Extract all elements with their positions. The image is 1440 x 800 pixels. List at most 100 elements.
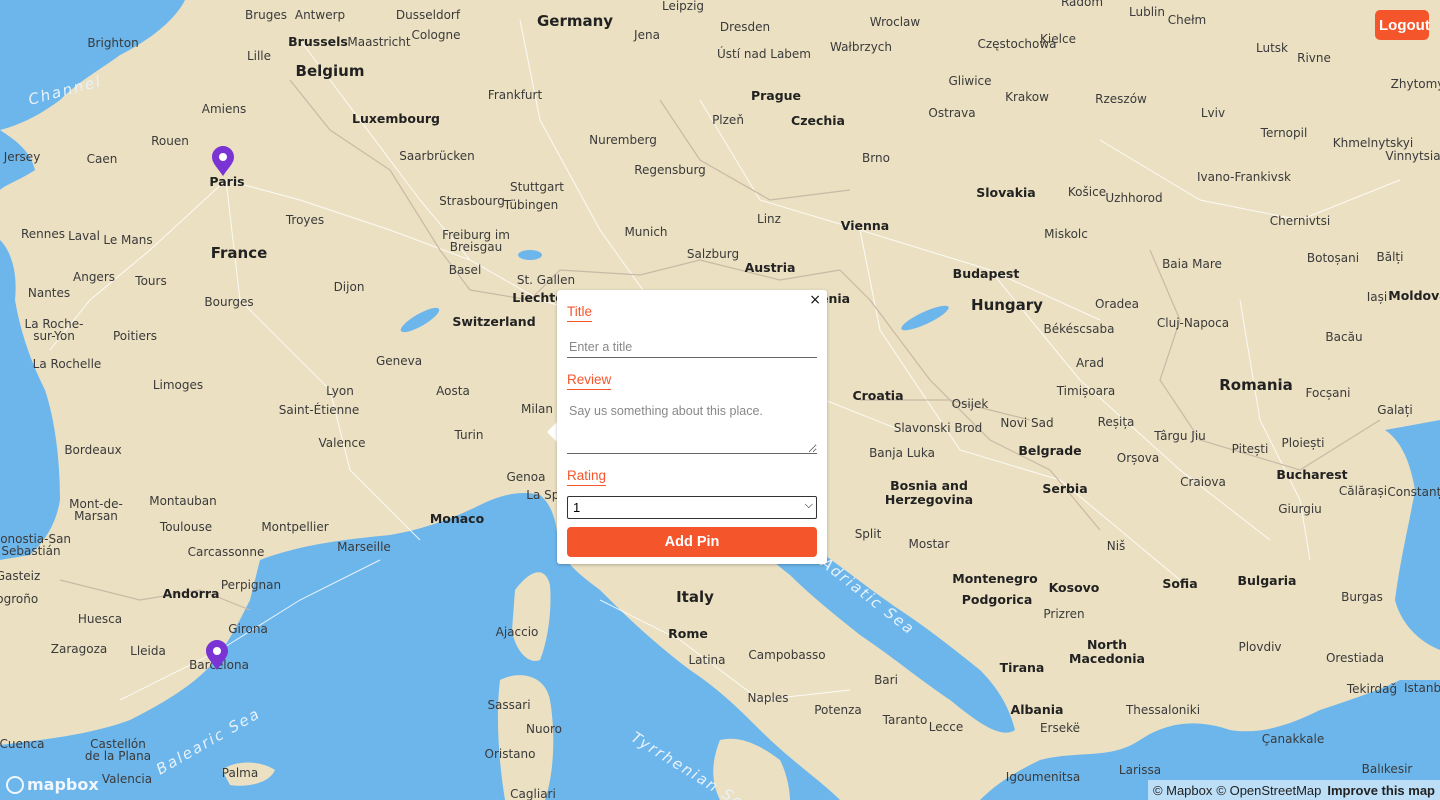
map-label-city: Nuoro	[526, 722, 562, 736]
map-label-city: Uzhhorod	[1105, 191, 1162, 205]
logout-button[interactable]: Logout	[1375, 10, 1430, 40]
map-label-city: Le Mans	[103, 233, 152, 247]
map-label-city: Aosta	[436, 384, 470, 398]
map-label-city: Latina	[688, 653, 725, 667]
mapbox-attribution-link[interactable]: © Mapbox	[1153, 783, 1212, 798]
map-label-country: France	[211, 244, 268, 262]
map-label-city: Cuenca	[0, 737, 44, 751]
map-label-city: Arad	[1076, 356, 1104, 370]
map-label-country: Kosovo	[1049, 580, 1100, 595]
map-label-city: Prague	[751, 88, 801, 103]
map-label-city: Nuremberg	[589, 133, 657, 147]
map-label-city: Wroclaw	[870, 15, 921, 29]
map-label-country: North	[1087, 637, 1127, 652]
improve-map-link[interactable]: Improve this map	[1327, 783, 1435, 798]
map-label-city: Huesca	[78, 612, 122, 626]
mapbox-logo-icon	[6, 775, 24, 794]
review-label: Review	[567, 372, 612, 390]
rating-select[interactable]: 1 ⌵	[567, 496, 817, 519]
map-label-city: Tours	[134, 274, 166, 288]
map-label-city: Salzburg	[687, 247, 739, 261]
map-label-city: Novi Sad	[1000, 416, 1053, 430]
map-label-city: Craiova	[1180, 475, 1226, 489]
map-label-city: Plovdiv	[1238, 640, 1281, 654]
map-label-city: Paris	[209, 174, 244, 189]
map-attribution: © Mapbox © OpenStreetMap Improve this ma…	[1147, 780, 1440, 800]
map-label-city: Ternopil	[1260, 126, 1308, 140]
map-label-city: Osijek	[952, 397, 989, 411]
map-label-country: Romania	[1219, 376, 1293, 394]
map-label-city: Gasteiz	[0, 569, 40, 583]
map-label-city: Timișoara	[1056, 384, 1116, 398]
rating-selected-value: 1	[573, 500, 581, 515]
map-label-city: Jena	[633, 28, 660, 42]
map-label-city: Budapest	[953, 266, 1020, 281]
map-label-city: Brno	[862, 151, 890, 165]
map-label-city: Belgrade	[1018, 443, 1081, 458]
map-label-city: Chernivtsi	[1270, 214, 1330, 228]
map-label-city: Lublin	[1129, 5, 1165, 19]
map-label-country: Slovakia	[976, 185, 1036, 200]
map-label-city: Carcassonne	[188, 545, 265, 559]
map-label-city: Ivano-Frankivsk	[1197, 170, 1291, 184]
map-label-city: Giurgiu	[1278, 502, 1322, 516]
map-label-city: Constanța	[1387, 485, 1440, 499]
map-label-city: Vienna	[841, 218, 889, 233]
map-label-city: Cluj-Napoca	[1157, 316, 1229, 330]
add-pin-form: Title Review Rating 1 ⌵ Add Pin	[567, 302, 817, 557]
map-label-city: Angers	[73, 270, 115, 284]
map-label-city: Baia Mare	[1162, 257, 1222, 271]
title-input[interactable]	[567, 334, 817, 358]
map-label-city: Lviv	[1201, 106, 1225, 120]
osm-attribution-link[interactable]: © OpenStreetMap	[1216, 783, 1321, 798]
map-label-country: Belgium	[296, 62, 365, 80]
map-label-city: Ajaccio	[496, 625, 539, 639]
map-label-city: Békéscsaba	[1044, 322, 1115, 336]
map-label-city: Bari	[874, 673, 898, 687]
map-label-city: Reșița	[1098, 415, 1135, 429]
map-label-city: Sassari	[487, 698, 530, 712]
map-label-city: Maastricht	[347, 35, 410, 49]
add-pin-button[interactable]: Add Pin	[567, 527, 817, 557]
map-label-city: Palma	[222, 766, 258, 780]
map-label-city: Zaragoza	[51, 642, 107, 656]
review-textarea[interactable]	[567, 398, 817, 454]
map-label-city: Marseille	[337, 540, 391, 554]
map-label-city: Perpignan	[221, 578, 281, 592]
map-label-country: Italy	[676, 588, 714, 606]
map-label-country: Bosnia and	[890, 478, 968, 493]
map-label-city: Lyon	[326, 384, 354, 398]
mapbox-logo[interactable]: mapbox	[6, 775, 99, 794]
map-label-country: Austria	[745, 260, 796, 275]
map-label-city: Iași	[1367, 290, 1387, 304]
mapbox-logo-text: mapbox	[27, 775, 99, 794]
map-label-city: Rivne	[1297, 51, 1331, 65]
map-label-city: Khmelnytskyi	[1333, 136, 1414, 150]
map-label-city: Lleida	[130, 644, 166, 658]
map-label-city: Burgas	[1341, 590, 1383, 604]
map-label-city: Miskolc	[1044, 227, 1088, 241]
map-label-city: Caen	[87, 152, 118, 166]
map-label-city: Munich	[624, 225, 667, 239]
map-label-city: Bruges	[245, 8, 287, 22]
map-label-city: Orestiada	[1326, 651, 1384, 665]
map-label-city: Valence	[319, 436, 366, 450]
popup-tip	[547, 422, 557, 442]
map-label-city: Oristano	[485, 747, 536, 761]
map-label-city: Çanakkale	[1262, 732, 1324, 746]
map-label-city: Turin	[454, 428, 484, 442]
chevron-down-icon: ⌵	[804, 499, 813, 511]
map-label-city: Călărași	[1339, 484, 1387, 498]
map-label-city: Linz	[757, 212, 781, 226]
map-label-city: de la Plana	[85, 749, 151, 763]
map-label-city: Bucharest	[1276, 467, 1347, 482]
map-label-city: Poitiers	[113, 329, 157, 343]
map-label-city: Troyes	[285, 213, 324, 227]
map-label-city: Ústí nad Labem	[717, 46, 811, 61]
map-label-city: Campobasso	[748, 648, 825, 662]
map-label-city: Brighton	[87, 36, 138, 50]
map-label-country: Bulgaria	[1238, 573, 1297, 588]
close-icon[interactable]: ×	[809, 292, 821, 308]
map-label-city: Dresden	[720, 20, 770, 34]
map-label-city: Naples	[748, 691, 789, 705]
